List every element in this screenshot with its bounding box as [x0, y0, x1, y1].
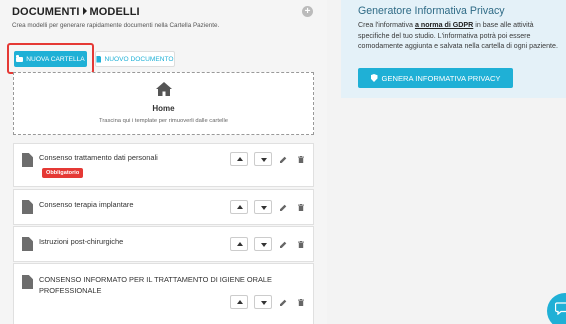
caret-up-icon — [237, 157, 243, 161]
pencil-icon[interactable] — [280, 299, 287, 306]
new-document-button[interactable]: NUOVO DOCUMENTO — [95, 51, 175, 67]
file-icon — [22, 237, 33, 251]
folder-icon — [16, 55, 24, 62]
caret-down-icon — [261, 158, 267, 162]
privacy-text-intro: Crea l'informativa — [358, 21, 415, 29]
page-title: DOCUMENTI MODELLI — [12, 6, 140, 18]
document-row[interactable]: Consenso terapia implantare — [13, 189, 314, 225]
file-icon — [22, 153, 33, 167]
gdpr-link[interactable]: a norma di GDPR — [415, 21, 473, 29]
move-down-button[interactable] — [254, 295, 272, 309]
document-title: Istruzioni post-chirurgiche — [39, 237, 124, 246]
document-row[interactable]: Istruzioni post-chirurgiche — [13, 226, 314, 262]
document-title: CONSENSO INFORMATO PER IL TRATTAMENTO DI… — [39, 274, 272, 296]
caret-up-icon — [237, 205, 243, 209]
new-document-label: NUOVO DOCUMENTO — [104, 55, 174, 63]
mandatory-badge: Obbligatorio — [42, 168, 84, 178]
document-title: Consenso terapia implantare — [39, 200, 134, 209]
move-up-button[interactable] — [230, 295, 248, 309]
move-down-button[interactable] — [254, 237, 272, 251]
caret-up-icon — [237, 242, 243, 246]
pencil-icon[interactable] — [280, 241, 287, 248]
move-down-button[interactable] — [254, 152, 272, 166]
document-row[interactable]: Consenso trattamento dati personali Obbl… — [13, 143, 314, 187]
new-folder-button[interactable]: NUOVA CARTELLA — [14, 51, 87, 67]
trash-icon[interactable] — [298, 299, 304, 306]
pencil-icon[interactable] — [280, 204, 287, 211]
shield-icon — [370, 74, 378, 82]
new-folder-label: NUOVA CARTELLA — [26, 55, 85, 63]
document-title-line: CONSENSO INFORMATO PER IL TRATTAMENTO DI… — [39, 275, 272, 284]
plus-circle-icon[interactable]: + — [302, 6, 313, 17]
file-icon — [22, 275, 33, 289]
chat-button[interactable] — [547, 293, 566, 324]
caret-down-icon — [261, 206, 267, 210]
caret-up-icon — [237, 300, 243, 304]
caret-down-icon — [261, 301, 267, 305]
trash-icon[interactable] — [298, 156, 304, 163]
file-icon — [96, 55, 102, 63]
document-row[interactable]: CONSENSO INFORMATO PER IL TRATTAMENTO DI… — [13, 263, 314, 324]
home-folder-label: Home — [152, 104, 175, 113]
move-up-button[interactable] — [230, 200, 248, 214]
chat-bubble-icon — [555, 302, 566, 315]
breadcrumb-parent[interactable]: DOCUMENTI — [12, 6, 80, 18]
file-icon — [22, 200, 33, 214]
generate-privacy-label: GENERA INFORMATIVA PRIVACY — [381, 73, 501, 83]
privacy-panel-title: Generatore Informativa Privacy — [358, 5, 505, 17]
privacy-panel-text: Crea l'informativa a norma di GDPR in ba… — [358, 20, 558, 52]
trash-icon[interactable] — [298, 241, 304, 248]
move-up-button[interactable] — [230, 152, 248, 166]
move-up-button[interactable] — [230, 237, 248, 251]
move-down-button[interactable] — [254, 200, 272, 214]
generate-privacy-button[interactable]: GENERA INFORMATIVA PRIVACY — [358, 68, 513, 88]
caret-right-icon — [82, 7, 87, 15]
home-folder-hint: Trascina qui i template per rimuoverli d… — [99, 118, 228, 124]
page-subtitle: Crea modelli per generare rapidamente do… — [12, 22, 220, 29]
document-title: Consenso trattamento dati personali — [39, 153, 158, 162]
caret-down-icon — [261, 243, 267, 247]
trash-icon[interactable] — [298, 204, 304, 211]
breadcrumb-current: MODELLI — [89, 6, 140, 18]
home-folder-dropzone[interactable]: Home Trascina qui i template per rimuove… — [13, 72, 314, 135]
home-icon — [156, 82, 172, 96]
pencil-icon[interactable] — [280, 156, 287, 163]
